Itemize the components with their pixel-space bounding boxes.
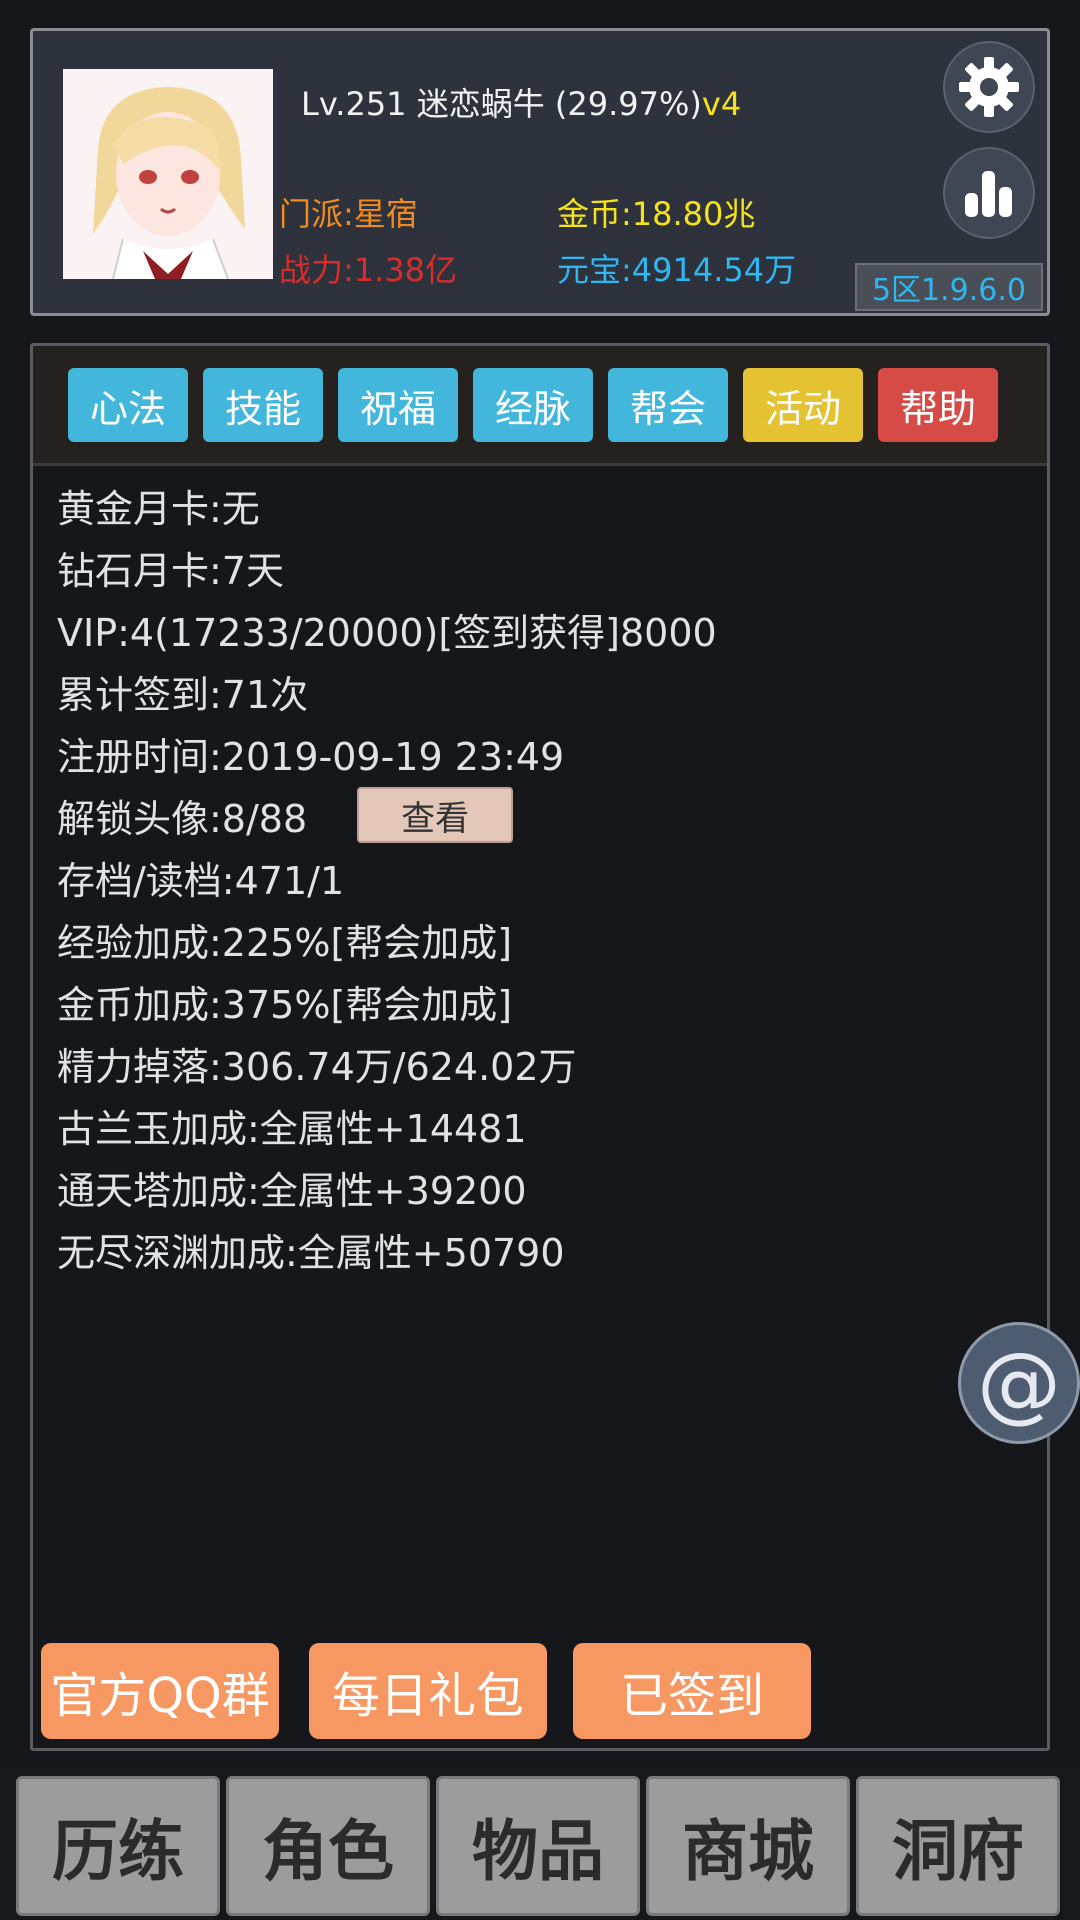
tab-skills[interactable]: 技能	[203, 368, 323, 442]
tab-meridians[interactable]: 经脉	[473, 368, 593, 442]
settings-button[interactable]	[943, 41, 1035, 133]
info-gold-bonus: 金币加成:375%[帮会加成]	[57, 982, 513, 1027]
server-version-badge: 5区1.9.6.0	[855, 263, 1043, 311]
main-panel: 心法 技能 祝福 经脉 帮会 活动 帮助 黄金月卡:无 钻石月卡:7天 VIP:…	[30, 343, 1050, 1751]
exp-percent: (29.97%)	[554, 85, 702, 123]
view-avatars-button[interactable]: 查看	[357, 787, 514, 843]
tab-blessing[interactable]: 祝福	[338, 368, 458, 442]
ranking-button[interactable]	[943, 147, 1035, 239]
player-title: Lv.251 迷恋蜗牛 (29.97%)v4	[301, 79, 741, 125]
info-gulanyu-bonus: 古兰玉加成:全属性+14481	[57, 1106, 527, 1151]
nav-items[interactable]: 物品	[436, 1776, 640, 1916]
yuanbao-stat: 元宝:4914.54万	[557, 251, 797, 289]
info-vip: VIP:4(17233/20000)[签到获得]8000	[57, 610, 717, 655]
info-save-load: 存档/读档:471/1	[57, 858, 345, 903]
tab-help[interactable]: 帮助	[878, 368, 998, 442]
power-stat: 战力:1.38亿	[279, 251, 458, 289]
daily-gift-button[interactable]: 每日礼包	[309, 1643, 547, 1739]
nav-character[interactable]: 角色	[226, 1776, 430, 1916]
tab-guild[interactable]: 帮会	[608, 368, 728, 442]
info-tower-bonus: 通天塔加成:全属性+39200	[57, 1168, 527, 1213]
nav-cave[interactable]: 洞府	[856, 1776, 1060, 1916]
info-diamond-card: 钻石月卡:7天	[57, 548, 284, 593]
feature-tab-bar: 心法 技能 祝福 经脉 帮会 活动 帮助	[33, 346, 1047, 466]
nav-training[interactable]: 历练	[16, 1776, 220, 1916]
info-register-time: 注册时间:2019-09-19 23:49	[57, 734, 565, 779]
at-icon: @	[977, 1334, 1061, 1432]
sect-stat: 门派:星宿	[279, 195, 418, 233]
account-info-list: 黄金月卡:无 钻石月卡:7天 VIP:4(17233/20000)[签到获得]8…	[57, 474, 717, 1280]
info-energy-drop: 精力掉落:306.74万/624.02万	[57, 1044, 577, 1089]
info-avatar-unlock: 解锁头像:8/88 查看	[57, 784, 717, 846]
nav-shop[interactable]: 商城	[646, 1776, 850, 1916]
info-signin-total: 累计签到:71次	[57, 672, 309, 717]
mention-button[interactable]: @	[958, 1322, 1080, 1444]
vip-tag: v4	[701, 85, 742, 123]
info-exp-bonus: 经验加成:225%[帮会加成]	[57, 920, 513, 965]
player-name: 迷恋蜗牛	[416, 85, 545, 123]
avatar-unlock-text: 解锁头像:8/88	[57, 796, 308, 841]
player-header: Lv.251 迷恋蜗牛 (29.97%)v4 门派:星宿 战力:1.38亿 金币…	[30, 28, 1050, 316]
info-abyss-bonus: 无尽深渊加成:全属性+50790	[57, 1230, 565, 1275]
qq-group-button[interactable]: 官方QQ群	[41, 1643, 279, 1739]
info-gold-card: 黄金月卡:无	[57, 486, 260, 531]
bottom-navigation: 历练 角色 物品 商城 洞府	[0, 1770, 1080, 1920]
gear-icon	[959, 57, 1019, 117]
tab-events[interactable]: 活动	[743, 368, 863, 442]
bar-chart-icon	[965, 171, 1012, 217]
player-level: Lv.251	[301, 85, 407, 123]
tab-xinfa[interactable]: 心法	[68, 368, 188, 442]
signed-in-button[interactable]: 已签到	[573, 1643, 811, 1739]
gold-stat: 金币:18.80兆	[557, 195, 756, 233]
player-avatar[interactable]	[63, 69, 273, 279]
avatar-portrait	[63, 69, 273, 279]
